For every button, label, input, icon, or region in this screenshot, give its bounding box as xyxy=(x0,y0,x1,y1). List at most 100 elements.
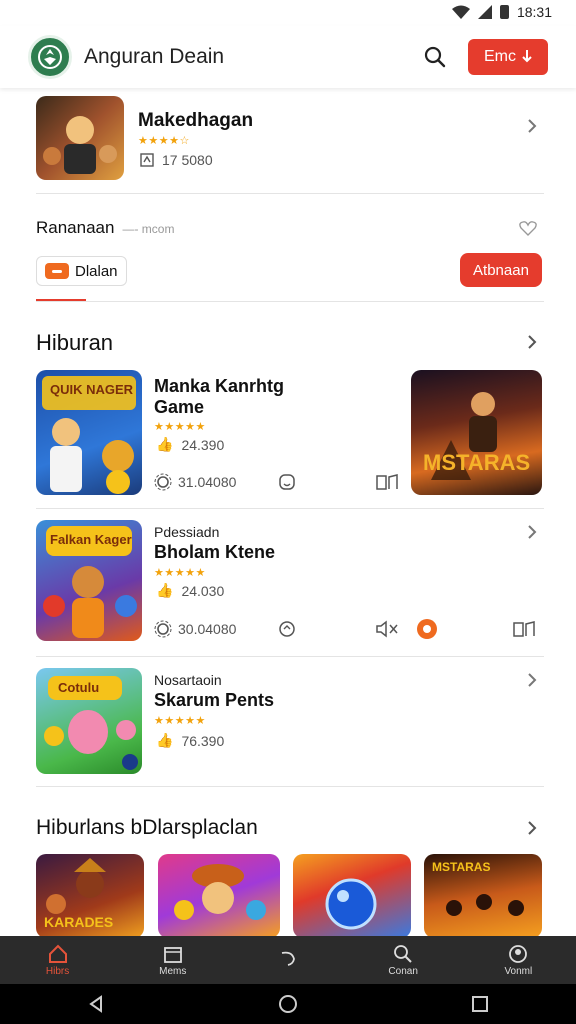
favorite-icon[interactable] xyxy=(518,218,538,238)
featured-game-count: 17 5080 xyxy=(162,152,213,168)
featured-game-thumbnail xyxy=(36,96,124,180)
game-name: Bholam Ktene xyxy=(154,542,276,562)
promo-header: Rananaan —- mcom xyxy=(36,218,174,238)
game-art-text: Falkan Kager xyxy=(50,532,132,547)
status-bar: 18:31 xyxy=(0,0,576,24)
nav-item-mems[interactable]: Mems xyxy=(133,944,213,977)
download-count-icon xyxy=(140,153,154,167)
nav-label: Hibrs xyxy=(45,965,70,977)
thumb-up-icon: 👍 xyxy=(156,436,174,452)
game-meta: 30.04080 xyxy=(178,621,237,637)
game-art-text: QUIK NAGER xyxy=(50,382,134,397)
nav-label: Mems xyxy=(159,965,187,977)
nav-item-home[interactable]: Hibrs xyxy=(18,944,98,977)
app-bar: Anguran Deain Emc xyxy=(0,26,576,88)
featured-chevron-icon[interactable] xyxy=(522,116,542,136)
promo-label: Rananaan xyxy=(36,218,115,237)
mute-icon[interactable] xyxy=(375,620,401,638)
library-icon[interactable] xyxy=(375,473,401,491)
section-chevron-icon[interactable] xyxy=(522,818,542,838)
search-button[interactable] xyxy=(420,42,450,72)
game-rating: ★★★★★ xyxy=(154,567,206,579)
search-icon xyxy=(424,46,446,68)
battery-icon xyxy=(499,5,509,19)
chip-icon xyxy=(45,263,69,279)
face-icon[interactable] xyxy=(278,473,296,491)
divider xyxy=(36,786,544,787)
nav-item-search[interactable]: Conan xyxy=(363,944,443,977)
wifi-icon xyxy=(451,5,470,19)
nav-item-profile[interactable]: Vonml xyxy=(478,944,558,977)
game-category: Pdessiadn xyxy=(154,524,220,540)
featured-game-card[interactable]: Makedhagan ★★★★☆ 17 5080 xyxy=(36,96,544,192)
game-rating: ★★★★★ xyxy=(154,421,206,433)
game-rating: ★★★★★ xyxy=(154,715,206,727)
item-chevron-icon[interactable] xyxy=(522,670,542,690)
status-time: 18:31 xyxy=(516,4,552,20)
download-icon xyxy=(522,50,532,63)
promo-sublabel: —- mcom xyxy=(122,222,175,236)
nav-label: Vonml xyxy=(504,965,533,977)
refresh-icon[interactable] xyxy=(278,620,296,638)
divider xyxy=(36,656,544,657)
section-chevron-icon[interactable] xyxy=(522,332,542,352)
game-thumbnail: Cotulu xyxy=(36,668,142,774)
game-item[interactable]: QUIK NAGER Manka Kanrhtg Game ★★★★★ 👍 24… xyxy=(36,370,544,496)
recents-icon[interactable] xyxy=(471,995,489,1013)
logo-icon xyxy=(38,45,62,69)
home-circle-icon[interactable] xyxy=(278,994,298,1014)
game-score: 24.030 xyxy=(181,582,225,599)
promo-action-label: Atbnaan xyxy=(473,261,529,279)
carousel-art-text: MSTARAS xyxy=(432,860,491,874)
refresh-icon xyxy=(281,951,295,966)
game-thumbnail: Falkan Kager xyxy=(36,520,142,641)
profile-icon xyxy=(509,944,528,963)
promo-action-button[interactable]: Atbnaan xyxy=(460,253,542,287)
featured-game-title: Makedhagan xyxy=(138,110,254,131)
app-title: Anguran Deain xyxy=(84,45,225,68)
game-name: Skarum Pents xyxy=(154,690,275,710)
game-item[interactable]: Cotulu Nosartaoin Skarum Pents ★★★★★ 👍 7… xyxy=(36,668,544,778)
game-meta: 31.04080 xyxy=(178,474,237,490)
section-title: Hiburlans bDlarsplaclan xyxy=(36,816,258,839)
thumb-up-icon: 👍 xyxy=(156,582,174,598)
top-action-button[interactable]: Emc xyxy=(468,39,548,75)
game-score: 24.390 xyxy=(181,436,225,453)
search-icon xyxy=(394,944,412,963)
gear-icon xyxy=(154,620,172,638)
bottom-navigation: Hibrs Mems Conan Vonml xyxy=(0,936,576,984)
record-icon[interactable] xyxy=(417,619,437,639)
game-art-text: Cotulu xyxy=(58,680,100,695)
featured-game-rating: ★★★★☆ xyxy=(138,135,190,147)
carousel-thumbnail[interactable] xyxy=(293,854,411,938)
divider xyxy=(36,301,544,302)
signal-icon xyxy=(477,5,492,19)
game-score: 76.390 xyxy=(181,732,225,749)
calendar-icon xyxy=(163,946,182,963)
nav-item-refresh[interactable] xyxy=(248,949,328,971)
back-icon[interactable] xyxy=(87,995,105,1013)
item-chevron-icon[interactable] xyxy=(522,522,542,542)
divider xyxy=(36,193,544,194)
carousel-thumbnail[interactable]: MSTARAS xyxy=(424,854,542,938)
system-navigation xyxy=(0,984,576,1024)
side-art-text: MSTARAS xyxy=(423,450,531,475)
section-title: Hiburan xyxy=(36,330,114,355)
promo-chip-label: Dlalan xyxy=(75,262,118,280)
carousel-thumbnail[interactable]: KARADES xyxy=(36,854,144,938)
divider xyxy=(36,508,544,509)
game-thumbnail: QUIK NAGER xyxy=(36,370,142,495)
nav-label: Conan xyxy=(388,965,418,977)
promo-chip[interactable]: Dlalan xyxy=(36,256,127,286)
game-side-thumbnail[interactable]: MSTARAS xyxy=(411,370,542,495)
thumb-up-icon: 👍 xyxy=(156,732,174,748)
app-logo[interactable] xyxy=(28,35,72,79)
gear-icon xyxy=(154,473,172,491)
home-icon xyxy=(48,944,67,963)
game-category: Nosartaoin xyxy=(154,672,222,688)
carousel-art-text: KARADES xyxy=(44,914,114,930)
game-item[interactable]: Falkan Kager Pdessiadn Bholam Ktene ★★★★… xyxy=(36,520,544,642)
game-name: Manka Kanrhtg Game xyxy=(154,376,285,417)
carousel-thumbnail[interactable] xyxy=(158,854,280,938)
library-icon[interactable] xyxy=(512,620,536,638)
